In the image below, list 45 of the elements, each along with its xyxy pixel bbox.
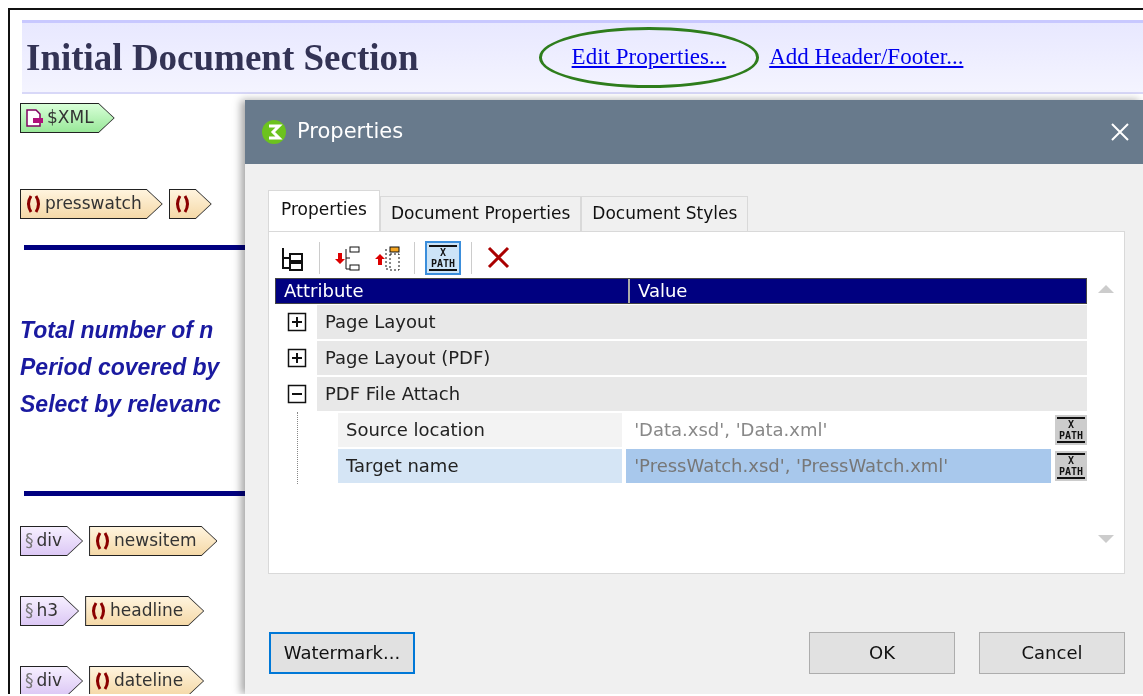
- parentheses-icon: [90, 600, 108, 622]
- close-icon[interactable]: [1109, 121, 1131, 143]
- tab[interactable]: Document Styles: [581, 196, 749, 231]
- app-icon: [261, 119, 287, 145]
- html-tag: § div: [20, 666, 84, 694]
- dialog-title: Properties: [297, 118, 405, 146]
- insert-after-icon: [374, 244, 400, 271]
- insert-before-icon: [334, 244, 360, 271]
- header-link[interactable]: Edit Properties...: [538, 27, 760, 88]
- element-tag: presswatch: [20, 189, 163, 219]
- xpath-button[interactable]: X PATH: [1054, 450, 1087, 481]
- parentheses-icon: [94, 670, 112, 692]
- expand-icon[interactable]: [287, 347, 307, 368]
- xpath-button[interactable]: X PATH: [1054, 414, 1087, 445]
- element-tag: headline: [85, 596, 205, 626]
- html-tag: § h3: [20, 596, 80, 626]
- tab[interactable]: Properties: [268, 190, 380, 231]
- dialog-button[interactable]: Watermark...: [269, 631, 415, 674]
- column-header: Value: [637, 278, 689, 303]
- html-tag: § div: [20, 526, 84, 556]
- property-group[interactable]: Page Layout: [317, 304, 1087, 339]
- element-tag: newsitem: [89, 526, 218, 556]
- xpath-button[interactable]: X PATH: [425, 240, 462, 275]
- parentheses-icon: [25, 193, 42, 215]
- section-title: Initial Document Section: [26, 35, 419, 80]
- expand-icon[interactable]: [287, 311, 307, 332]
- collapse-icon[interactable]: [287, 383, 307, 404]
- dialog-button[interactable]: OK: [809, 631, 955, 674]
- column-header: Attribute: [276, 278, 630, 303]
- text-line: Period covered by: [20, 353, 220, 382]
- property-name[interactable]: Target name: [338, 448, 623, 483]
- property-group[interactable]: PDF File Attach: [317, 376, 1087, 411]
- tab[interactable]: Document Properties: [379, 196, 582, 231]
- property-value[interactable]: 'Data.xsd', 'Data.xml': [626, 412, 1051, 447]
- header-link[interactable]: Add Header/Footer...: [769, 30, 964, 85]
- text-line: Total number of n: [20, 316, 214, 345]
- text-line: Select by relevanc: [20, 390, 221, 419]
- dialog-button[interactable]: Cancel: [979, 631, 1125, 674]
- property-group[interactable]: Page Layout (PDF): [317, 340, 1087, 375]
- element-tag: dateline: [89, 666, 205, 694]
- document-icon: [25, 108, 44, 128]
- property-name[interactable]: Source location: [338, 412, 623, 447]
- xml-source-tag: $XML: [20, 103, 115, 133]
- parentheses-icon: [94, 530, 112, 552]
- parentheses-icon: [173, 193, 191, 215]
